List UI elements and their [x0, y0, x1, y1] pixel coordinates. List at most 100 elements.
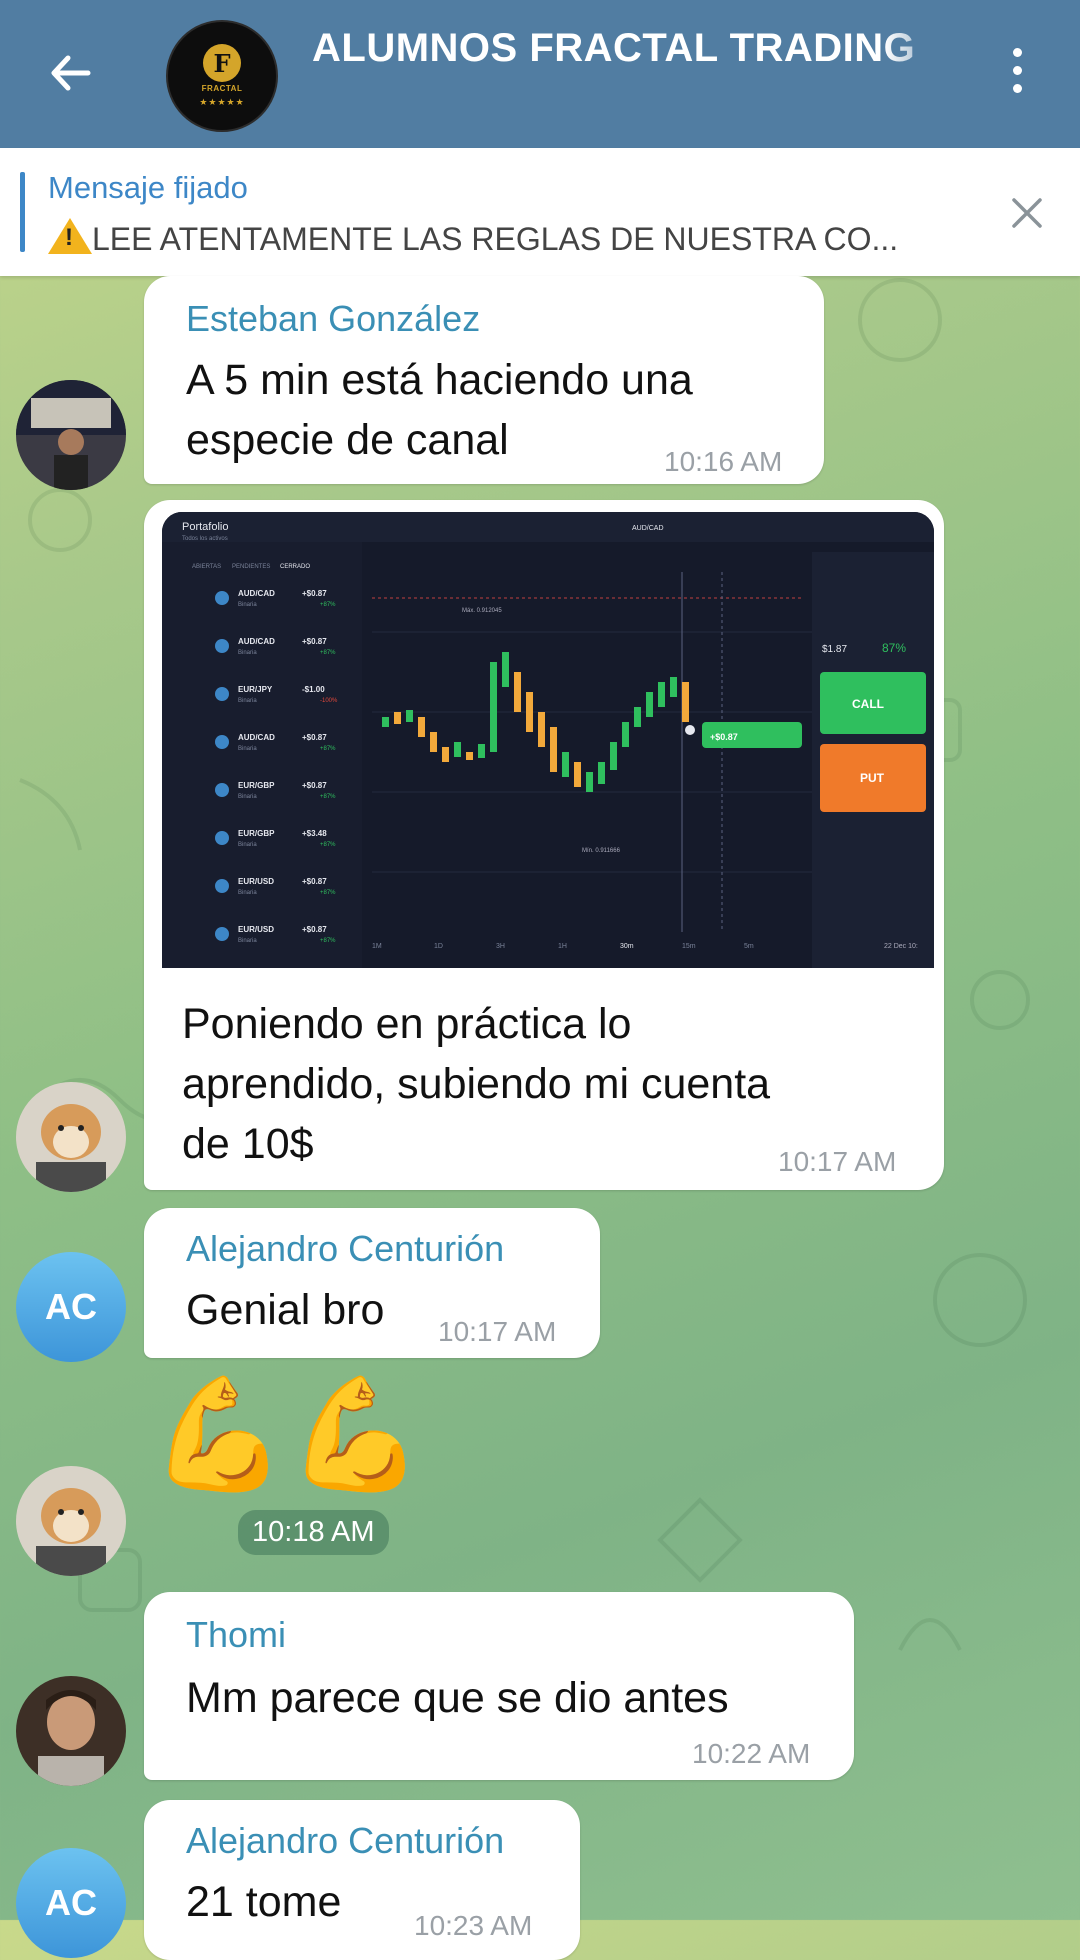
svg-text:+87%: +87% [320, 602, 336, 608]
message-text: Genial bro [186, 1286, 385, 1334]
message-bubble[interactable]: Alejandro Centurión 21 tome 10:23 AM [144, 1800, 580, 1960]
ts-tab: CERRADO [280, 564, 310, 570]
svg-text:+87%: +87% [320, 650, 336, 656]
svg-text:Binaria: Binaria [238, 842, 257, 848]
svg-text:AUD/CAD: AUD/CAD [238, 637, 275, 646]
chat-title[interactable]: ALUMNOS FRACTAL TRADING [312, 26, 962, 71]
close-pinned-icon[interactable] [1010, 196, 1044, 230]
ts-candle [610, 742, 617, 770]
avatar-alejandro[interactable]: AC [16, 1252, 126, 1362]
ts-put-label: PUT [860, 771, 885, 785]
ts-max-label: Máx. 0.912045 [462, 608, 502, 614]
ts-call-label: CALL [852, 697, 884, 711]
svg-text:Binaria: Binaria [238, 746, 257, 752]
sender-name[interactable]: Esteban González [186, 298, 480, 340]
message-bubble[interactable]: Esteban González A 5 min está haciendo u… [144, 276, 824, 484]
message-time: 10:17 AM [438, 1316, 557, 1347]
ts-candle [670, 677, 677, 697]
ts-timeframe: 1D [434, 943, 443, 950]
message-text-line: A 5 min está haciendo una [186, 356, 693, 404]
avatar-doge[interactable] [16, 1466, 126, 1576]
ts-payout-pct: 87% [882, 641, 906, 655]
message-time: 10:16 AM [664, 446, 783, 477]
message-time: 10:22 AM [692, 1738, 811, 1769]
svg-text:EUR/USD: EUR/USD [238, 925, 274, 934]
svg-text:Binaria: Binaria [238, 650, 257, 656]
svg-text:+87%: +87% [320, 890, 336, 896]
svg-text:-100%: -100% [320, 698, 338, 704]
ts-timeframe: 1H [558, 943, 567, 950]
ts-payout: $1.87 [822, 644, 847, 655]
svg-text:+$0.87: +$0.87 [302, 925, 327, 934]
svg-text:+$0.87: +$0.87 [302, 781, 327, 790]
avatar-thomi[interactable] [16, 1676, 126, 1786]
ts-tab: ABIERTAS [192, 564, 221, 570]
ts-subtitle: Todos los activos [182, 536, 228, 542]
channel-avatar[interactable]: F FRACTAL ★★★★★ [166, 20, 278, 132]
more-options-icon[interactable] [1000, 48, 1034, 104]
message-bubble[interactable]: Thomi Mm parece que se dio antes 10:22 A… [144, 1592, 854, 1780]
svg-text:+87%: +87% [320, 794, 336, 800]
sender-name[interactable]: Alejandro Centurión [186, 1820, 504, 1862]
flexed-biceps-emoji[interactable]: 💪💪 [150, 1370, 424, 1499]
chat-header: F FRACTAL ★★★★★ ALUMNOS FRACTAL TRADING [0, 0, 1080, 148]
pinned-text-row: LEE ATENTAMENTE LAS REGLAS DE NUESTRA CO… [48, 218, 898, 258]
svg-text:AUD/CAD: AUD/CAD [632, 525, 664, 532]
svg-text:Binaria: Binaria [238, 602, 257, 608]
avatar-esteban[interactable] [16, 380, 126, 490]
svg-text:+87%: +87% [320, 938, 336, 944]
ts-candle [550, 727, 557, 772]
ts-candle [406, 710, 413, 722]
ts-timeframe: 30m [620, 943, 634, 950]
message-text-line: especie de canal [186, 416, 509, 464]
ts-timeframe: 15m [682, 943, 696, 950]
svg-text:Binaria: Binaria [238, 890, 257, 896]
svg-text:+$0.87: +$0.87 [302, 589, 327, 598]
ts-min-label: Mín. 0.911666 [582, 848, 621, 854]
ts-candle [514, 672, 521, 712]
ts-candle [526, 692, 533, 732]
svg-text:Binaria: Binaria [238, 938, 257, 944]
warning-icon [48, 218, 92, 254]
ts-candle [586, 772, 593, 792]
svg-text:+$0.87: +$0.87 [302, 877, 327, 886]
ts-candle [430, 732, 437, 752]
ts-candle [454, 742, 461, 757]
pinned-title: Mensaje fijado [48, 170, 248, 205]
svg-text:EUR/GBP: EUR/GBP [238, 829, 275, 838]
ts-candle [562, 752, 569, 777]
svg-text:EUR/GBP: EUR/GBP [238, 781, 275, 790]
avatar-alejandro[interactable]: AC [16, 1848, 126, 1958]
ts-date: 22 Dec 10: [884, 943, 918, 950]
ts-candle [574, 762, 581, 787]
ts-candle [382, 717, 389, 727]
message-bubble[interactable]: Alejandro Centurión Genial bro 10:17 AM [144, 1208, 600, 1358]
ts-candle [634, 707, 641, 727]
svg-text:AUD/CAD: AUD/CAD [238, 733, 275, 742]
svg-text:-$1.00: -$1.00 [302, 685, 325, 694]
ts-candle [598, 762, 605, 784]
ts-title: Portafolio [182, 521, 228, 533]
ts-tab: PENDIENTES [232, 564, 270, 570]
message-time: 10:23 AM [414, 1910, 533, 1941]
message-time: 10:18 AM [238, 1510, 389, 1555]
avatar-doge[interactable] [16, 1082, 126, 1192]
svg-text:+$0.87: +$0.87 [302, 733, 327, 742]
sender-name[interactable]: Alejandro Centurión [186, 1228, 504, 1270]
ts-trade-badge: +$0.87 [710, 732, 738, 742]
ts-timeframe: 5m [744, 943, 754, 950]
svg-text:AUD/CAD: AUD/CAD [238, 589, 275, 598]
ts-candle [490, 662, 497, 752]
trading-screenshot-photo[interactable]: Portafolio Todos los activos AUD/CAD ABI… [162, 512, 934, 968]
ts-candle [466, 752, 473, 760]
ts-candle [478, 744, 485, 758]
sender-name[interactable]: Thomi [186, 1614, 286, 1656]
back-arrow-icon[interactable] [44, 46, 98, 100]
svg-text:Binaria: Binaria [238, 794, 257, 800]
message-time: 10:17 AM [778, 1146, 897, 1177]
channel-logo-label: FRACTAL [201, 84, 243, 93]
svg-text:+87%: +87% [320, 842, 336, 848]
photo-caption-line: de 10$ [182, 1120, 314, 1168]
pinned-message-bar[interactable]: Mensaje fijado LEE ATENTAMENTE LAS REGLA… [0, 148, 1080, 276]
ts-candle [682, 682, 689, 722]
